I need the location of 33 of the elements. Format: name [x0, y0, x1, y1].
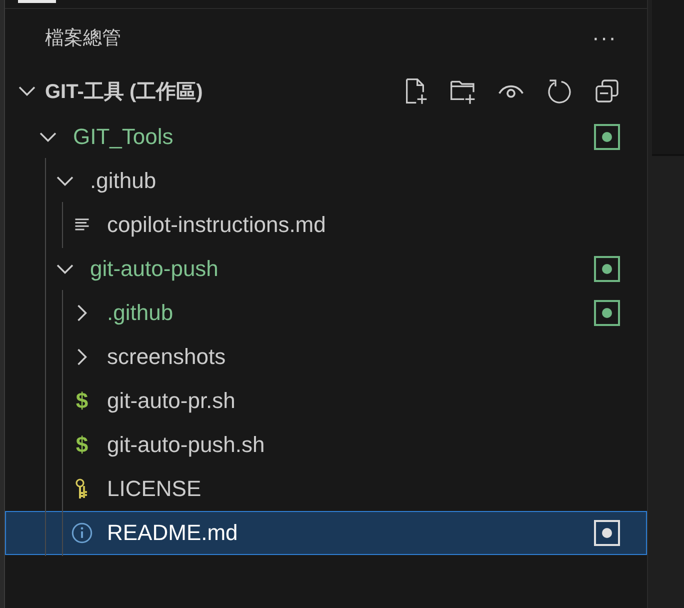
dollar-icon: $	[76, 388, 88, 414]
key-icon	[74, 478, 90, 500]
file-name: screenshots	[107, 344, 227, 370]
modified-badge-icon	[594, 300, 620, 326]
tree-item[interactable]: LICENSE	[5, 467, 647, 511]
dollar-icon: $	[76, 432, 88, 458]
tree-item[interactable]: $ git-auto-push.sh	[5, 423, 647, 467]
workspace-name[interactable]: GIT-工具 (工作區)	[45, 78, 401, 104]
file-name: LICENSE	[107, 476, 202, 502]
tree-item[interactable]: copilot-instructions.md	[5, 203, 647, 247]
tree-item[interactable]: GIT_Tools	[5, 115, 647, 159]
tree-item[interactable]: $ git-auto-pr.sh	[5, 379, 647, 423]
file-name: GIT_Tools	[73, 124, 174, 150]
file-name: git-auto-pr.sh	[107, 388, 236, 414]
tree-item[interactable]: .github	[5, 291, 647, 335]
file-name: git-auto-push	[90, 256, 220, 282]
tree-item[interactable]: screenshots	[5, 335, 647, 379]
collapse-all-icon[interactable]	[593, 77, 621, 105]
panel-title: 檔案總管	[45, 26, 122, 51]
file-name: git-auto-push.sh	[107, 432, 266, 458]
info-icon	[71, 521, 93, 545]
file-name: README.md	[107, 520, 239, 546]
file-name: copilot-instructions.md	[107, 212, 327, 238]
tree-item[interactable]: git-auto-push	[5, 247, 647, 291]
modified-badge-icon	[594, 256, 620, 282]
modified-badge-icon	[594, 520, 620, 546]
file-name: .github	[107, 300, 174, 326]
file-name: .github	[90, 168, 158, 194]
refresh-icon[interactable]	[545, 77, 573, 105]
more-actions-button[interactable]: ···	[588, 25, 621, 51]
tree-item[interactable]: README.md	[5, 511, 647, 555]
tree-item[interactable]: .github	[5, 159, 647, 203]
modified-badge-icon	[594, 124, 620, 150]
